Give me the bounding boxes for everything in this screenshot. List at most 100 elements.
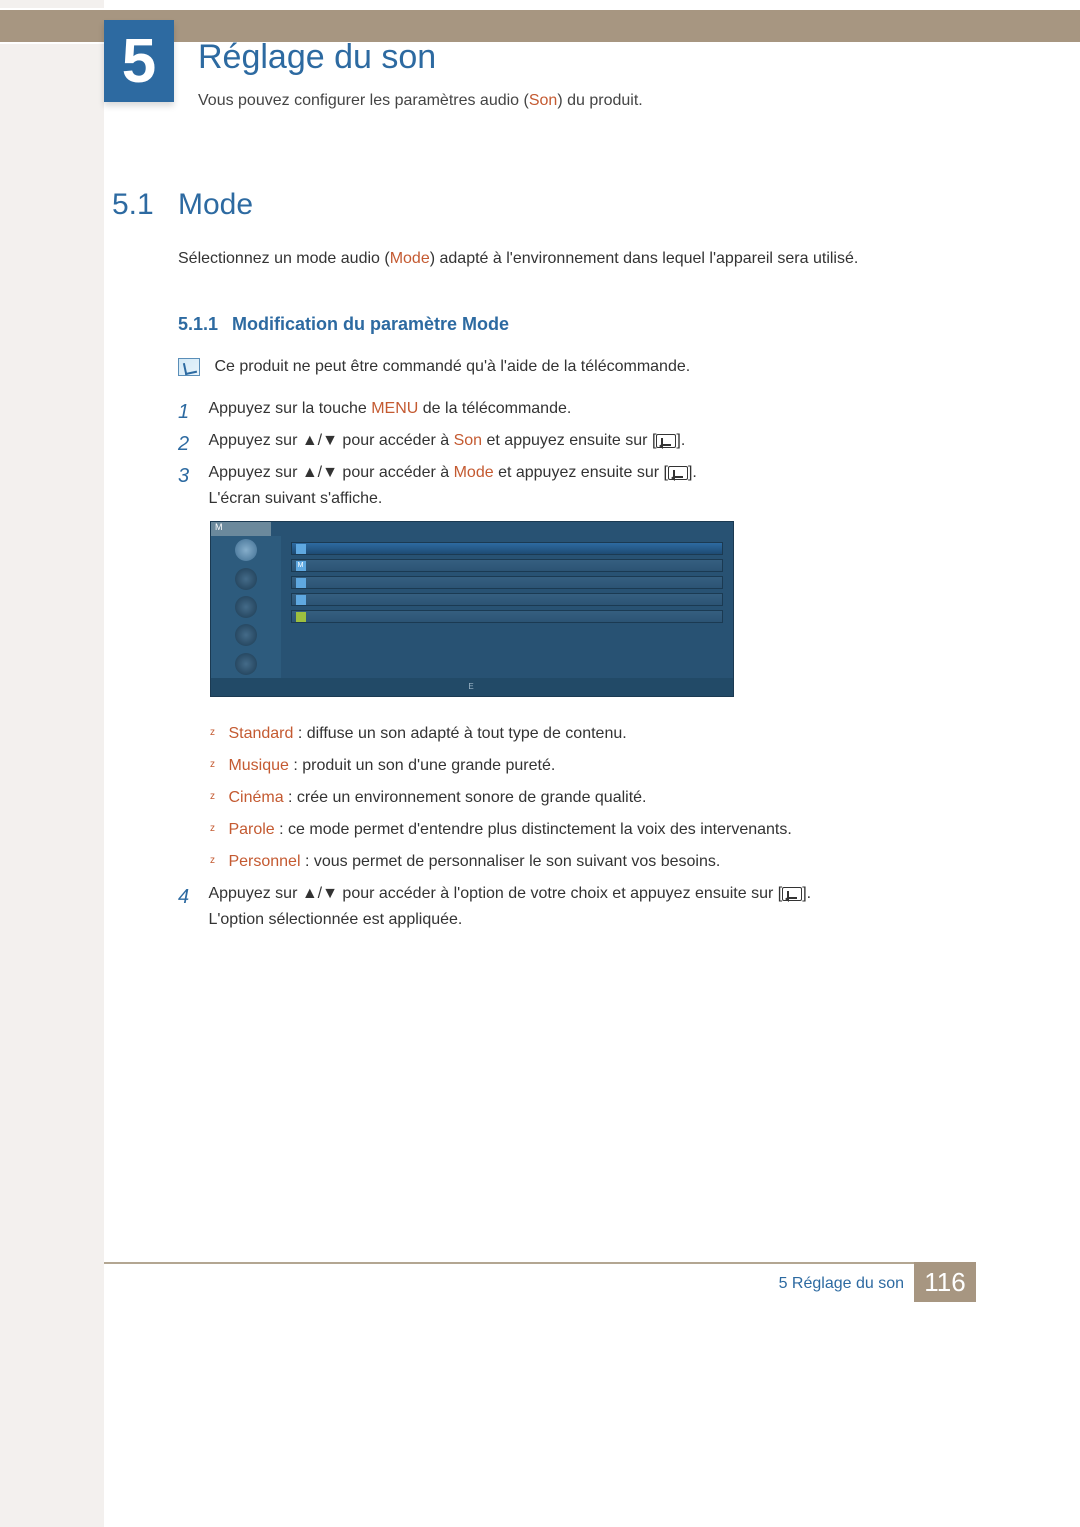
- chapter-box: 5: [104, 20, 174, 102]
- t: Appuyez sur: [208, 464, 301, 481]
- osd-row: [291, 576, 723, 589]
- section-number: 5.1: [112, 188, 154, 222]
- arrows: ▲/▼: [302, 885, 338, 902]
- t: L'écran suivant s'affiche.: [208, 490, 382, 507]
- section-title: Mode: [178, 188, 253, 222]
- bullet-item: z Standard : diffuse un son adapté à tou…: [210, 721, 1000, 747]
- bullet-icon: z: [210, 753, 224, 773]
- intro-pre: Vous pouvez configurer les paramètres au…: [198, 92, 529, 109]
- osd-row-box: [296, 544, 306, 554]
- step-text: Appuyez sur ▲/▼ pour accéder à l'option …: [202, 881, 972, 932]
- osd-icon: [235, 596, 257, 618]
- page-number: 116: [924, 1267, 965, 1298]
- bullet-icon: z: [210, 817, 224, 837]
- footer-rule: [104, 1262, 974, 1264]
- step-text: Appuyez sur ▲/▼ pour accéder à Son et ap…: [202, 428, 972, 454]
- t: pour accéder à: [338, 432, 454, 449]
- t: : produit un son d'une grande pureté.: [289, 757, 555, 774]
- bullet-text: Parole : ce mode permet d'entendre plus …: [228, 817, 988, 843]
- bullet-icon: z: [210, 721, 224, 741]
- t: pour accéder à: [338, 464, 454, 481]
- step-text: Appuyez sur ▲/▼ pour accéder à Mode et a…: [202, 460, 972, 511]
- enter-icon: [668, 466, 688, 480]
- step-number: 1: [178, 396, 198, 428]
- t: pour accéder à l'option de votre choix e…: [338, 885, 782, 902]
- bullet-text: Musique : produit un son d'une grande pu…: [228, 753, 988, 779]
- bullet-icon: z: [210, 849, 224, 869]
- osd-row-box: M: [296, 561, 306, 571]
- chapter-intro: Vous pouvez configurer les paramètres au…: [198, 92, 643, 110]
- section-intro-post: ) adapté à l'environnement dans lequel l…: [430, 250, 859, 267]
- section-intro-pre: Sélectionnez un mode audio (: [178, 250, 390, 267]
- osd-icon: [235, 539, 257, 561]
- intro-keyword: Son: [529, 92, 557, 109]
- osd-main: M: [281, 536, 733, 678]
- t: : ce mode permet d'entendre plus distinc…: [275, 821, 792, 838]
- osd-icon: [235, 653, 257, 675]
- chapter-title: Réglage du son: [198, 38, 436, 77]
- subsection-number: 5.1.1: [178, 314, 218, 335]
- enter-icon: [782, 887, 802, 901]
- enter-icon: [656, 434, 676, 448]
- step-1: 1 Appuyez sur la touche MENU de la téléc…: [178, 396, 988, 428]
- subsection-title: Modification du paramètre Mode: [232, 314, 509, 335]
- t: Appuyez sur: [208, 885, 301, 902]
- kw: Musique: [228, 757, 288, 774]
- bullet-item: z Musique : produit un son d'une grande …: [210, 753, 1000, 779]
- note-text: Ce produit ne peut être commandé qu'à l'…: [214, 358, 690, 375]
- osd-footer: E: [211, 678, 733, 696]
- bullet-icon: z: [210, 785, 224, 805]
- bullet-text: Cinéma : crée un environnement sonore de…: [228, 785, 988, 811]
- t: de la télécommande.: [418, 400, 571, 417]
- osd-sidebar: [211, 536, 281, 678]
- bullet-text: Standard : diffuse un son adapté à tout …: [228, 721, 988, 747]
- section-intro-keyword: Mode: [390, 250, 430, 267]
- kw: Cinéma: [228, 789, 283, 806]
- osd-row: [291, 610, 723, 623]
- step-number: 4: [178, 881, 198, 913]
- osd-row-box: [296, 578, 306, 588]
- t: ].: [802, 885, 811, 902]
- t: et appuyez ensuite sur [: [494, 464, 668, 481]
- footer-chapter: 5 Réglage du son: [779, 1275, 904, 1293]
- t: : crée un environnement sonore de grande…: [284, 789, 647, 806]
- arrows: ▲/▼: [302, 464, 338, 481]
- kw: Standard: [228, 725, 293, 742]
- osd-row: M: [291, 559, 723, 572]
- osd-row-box: [296, 595, 306, 605]
- t: Appuyez sur la touche: [208, 400, 371, 417]
- osd-screenshot: M M E: [210, 521, 734, 697]
- step-4: 4 Appuyez sur ▲/▼ pour accéder à l'optio…: [178, 881, 988, 932]
- osd-header: M: [211, 522, 271, 536]
- arrows: ▲/▼: [302, 432, 338, 449]
- osd-body: M: [211, 536, 733, 678]
- t: ].: [676, 432, 685, 449]
- chapter-number: 5: [122, 26, 156, 97]
- bullet-item: z Cinéma : crée un environnement sonore …: [210, 785, 1000, 811]
- note-row: Ce produit ne peut être commandé qu'à l'…: [178, 358, 988, 376]
- t: : diffuse un son adapté à tout type de c…: [293, 725, 626, 742]
- kw: Mode: [454, 464, 494, 481]
- note-icon: [178, 358, 200, 376]
- t: et appuyez ensuite sur [: [482, 432, 656, 449]
- step-number: 2: [178, 428, 198, 460]
- left-rail: [0, 0, 104, 1527]
- step-3: 3 Appuyez sur ▲/▼ pour accéder à Mode et…: [178, 460, 988, 511]
- intro-post: ) du produit.: [557, 92, 642, 109]
- t: Appuyez sur: [208, 432, 301, 449]
- osd-row: [291, 542, 723, 555]
- section-intro: Sélectionnez un mode audio (Mode) adapté…: [178, 250, 998, 268]
- kw: Parole: [228, 821, 274, 838]
- step-text: Appuyez sur la touche MENU de la télécom…: [202, 396, 972, 422]
- t: L'option sélectionnée est appliquée.: [208, 911, 462, 928]
- step-2: 2 Appuyez sur ▲/▼ pour accéder à Son et …: [178, 428, 988, 460]
- page-number-box: 116: [914, 1262, 976, 1302]
- osd-row: [291, 593, 723, 606]
- t: ].: [688, 464, 697, 481]
- osd-row-box: [296, 612, 306, 622]
- osd-icon: [235, 624, 257, 646]
- step-number: 3: [178, 460, 198, 492]
- bullet-item: z Parole : ce mode permet d'entendre plu…: [210, 817, 1000, 843]
- kw: Personnel: [228, 853, 300, 870]
- kw: Son: [454, 432, 482, 449]
